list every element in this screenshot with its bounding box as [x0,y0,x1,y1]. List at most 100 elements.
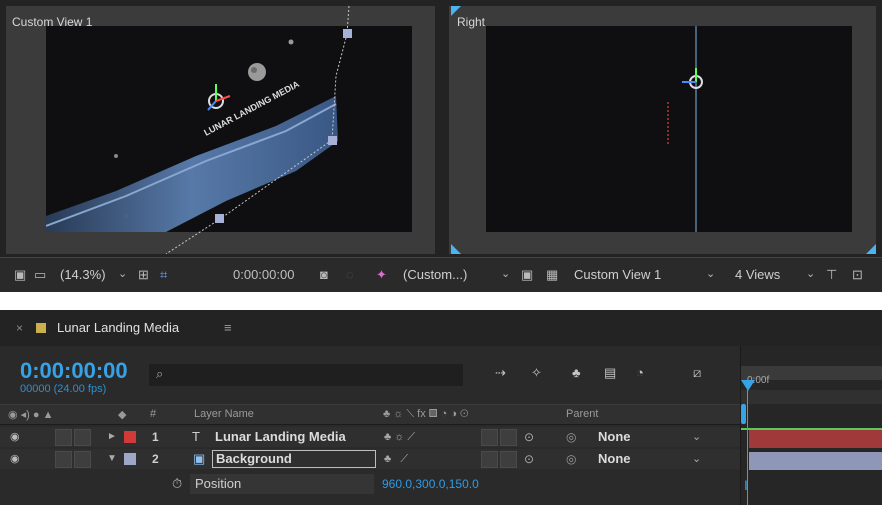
layer-number-header[interactable]: # [150,408,156,420]
lock-switch[interactable] [74,451,91,468]
frame-blending-icon[interactable]: ▤ [604,365,616,381]
frame-count: 00000 (24.00 fps) [20,383,107,395]
layer-number: 2 [152,452,159,466]
av-features-header-icons[interactable]: ◉ ◂) ● ▲ [8,408,53,421]
right-view-scene-graphic [667,26,703,232]
pickwhip-icon[interactable]: ◎ [566,427,576,447]
text-layer-icon: T [192,429,200,444]
layer-2-duration-bar[interactable] [749,452,882,470]
layer-name[interactable]: Background [216,449,292,469]
video-visibility-icon[interactable]: ◉ [10,427,20,447]
parent-header[interactable]: Parent [566,408,598,420]
view-panel-right[interactable]: Right [449,6,876,254]
3d-layer-cube-icon[interactable]: ⊙ [524,449,534,469]
layout-dropdown-chevron-icon[interactable]: ⌄ [806,267,815,280]
timeline-tab-bar: × Lunar Landing Media ≡ [0,310,882,346]
parent-dropdown-chevron-icon[interactable]: ⌄ [692,449,701,469]
right-view-scene[interactable] [486,26,852,232]
graph-editor-icon[interactable]: ⧄ [693,365,701,381]
3d-view-select[interactable]: Custom View 1 [574,267,661,282]
layer-switches[interactable]: ♣ ⟋ [384,449,408,469]
active-view-corner-bl-icon [451,244,461,254]
timeline-panel: × Lunar Landing Media ≡ 0:00:00:00 00000… [0,310,882,505]
close-tab-icon[interactable]: × [16,321,23,335]
zoom-level[interactable]: (14.3%) [60,267,106,282]
playhead-icon[interactable] [741,380,755,391]
lock-switch[interactable] [74,429,91,446]
label-header-icon[interactable]: ◆ [118,408,126,421]
adjustment-switch[interactable] [500,429,517,446]
composition-viewer: Custom View 1 LUNAR LANDING MEDIA Right … [0,0,882,292]
mask-visibility-icon[interactable]: ⌗ [160,267,167,283]
camera-dropdown-chevron-icon[interactable]: ⌄ [501,267,510,280]
current-time-display[interactable]: 0:00:00:00 [20,358,128,384]
motion-blur-switch[interactable] [481,429,498,446]
parent-dropdown-chevron-icon[interactable]: ⌄ [692,427,701,447]
property-value[interactable]: 960.0,300.0,150.0 [382,474,479,494]
3d-layer-cube-icon[interactable]: ⊙ [524,427,534,447]
keyframe-icon[interactable]: I [744,477,748,493]
layer-number: 1 [152,430,159,444]
adjustment-switch[interactable] [500,451,517,468]
stopwatch-icon[interactable]: ⏱ [172,474,182,494]
region-of-interest-icon[interactable]: ▣ [521,267,533,283]
zoom-dropdown-chevron-icon[interactable]: ⌄ [118,267,127,280]
monitor-icon[interactable]: ▭ [34,267,46,283]
search-icon: ⌕ [156,366,164,381]
pickwhip-icon[interactable]: ◎ [566,449,576,469]
current-time[interactable]: 0:00:00:00 [233,267,294,282]
panel-menu-icon[interactable]: ≡ [224,320,232,335]
layer-name-field[interactable]: Background [212,450,376,468]
transparency-grid-icon[interactable]: ▦ [546,267,558,283]
shy-layers-icon[interactable]: ♣ [572,365,581,380]
path-handle-top[interactable] [343,29,352,38]
layer-name-header[interactable]: Layer Name [194,408,254,420]
active-view-corner-br-icon [866,244,876,254]
snapshot-camera-icon[interactable]: ◙ [320,267,328,282]
path-handle-bottom[interactable] [215,214,224,223]
label-color-swatch[interactable] [124,431,136,443]
viewer-toolbar: ▣ ▭ (14.3%) ⌄ ⊞ ⌗ 0:00:00:00 ◙ ◌ ✦ (Cust… [0,257,882,292]
view-label-right: Right [457,15,486,29]
label-color-swatch[interactable] [124,453,136,465]
view-layout-select[interactable]: 4 Views [735,267,780,282]
comp-mini-flowchart-icon[interactable]: ⇢ [495,365,506,381]
view-panel-custom-view-1[interactable]: Custom View 1 LUNAR LANDING MEDIA [6,6,435,254]
video-visibility-icon[interactable]: ◉ [10,449,20,469]
tab-lunar-landing-media[interactable]: Lunar Landing Media [57,320,179,335]
property-row-position[interactable]: ⏱ Position 960.0,300.0,150.0 [0,472,740,496]
path-handle-middle[interactable] [328,136,337,145]
expand-arrow-icon[interactable]: ► [107,427,117,447]
motion-blur-icon[interactable]: ◔ [636,365,644,380]
share-view-options-icon[interactable]: ⊤ [826,267,837,283]
composition-color-icon [36,323,46,333]
show-snapshot-icon[interactable]: ◌ [346,267,354,282]
solo-switch[interactable] [55,451,72,468]
channel-color-icon[interactable]: ✦ [376,267,387,283]
parent-select[interactable]: None [598,449,631,469]
timeline-graph-area[interactable]: 0:00f I [740,346,882,505]
switches-header-icons[interactable]: ♣ ☼ ⟍ fx ▤ ◔ ◑ ⊙ [383,408,469,421]
collapse-arrow-icon[interactable]: ▼ [107,449,117,469]
work-area-start-handle[interactable] [741,404,746,424]
layer-name[interactable]: Lunar Landing Media [215,427,346,447]
property-name-cell: Position [190,474,374,494]
view-dropdown-chevron-icon[interactable]: ⌄ [706,267,715,280]
fast-previews-icon[interactable]: ⊡ [852,267,863,283]
motion-blur-switch[interactable] [481,451,498,468]
layer-row-2[interactable]: ◉ ▼ 2 ▣ Background ♣ ⟋ ⊙ ◎ None ⌄ [0,449,740,469]
layer-row-1[interactable]: ◉ ► 1 T Lunar Landing Media ♣ ☼ ⟋ ⊙ ◎ No… [0,427,740,447]
layer-1-duration-bar[interactable] [749,430,882,448]
footage-layer-icon: ▣ [193,451,206,466]
draft-3d-icon[interactable]: ✧ [531,365,542,381]
solo-switch[interactable] [55,429,72,446]
layer-column-headers: ◉ ◂) ● ▲ ◆ # Layer Name ♣ ☼ ⟍ fx ▤ ◔ ◑ ⊙… [0,404,740,425]
grid-guides-icon[interactable]: ⊞ [138,267,149,283]
always-preview-icon[interactable]: ▣ [14,267,26,283]
active-camera-select[interactable]: (Custom...) [403,267,467,282]
property-name: Position [195,476,242,491]
layer-search-input[interactable]: ⌕ [149,364,463,386]
time-ruler[interactable] [741,390,882,404]
parent-select[interactable]: None [598,427,631,447]
layer-switches[interactable]: ♣ ☼ ⟋ [384,427,415,447]
